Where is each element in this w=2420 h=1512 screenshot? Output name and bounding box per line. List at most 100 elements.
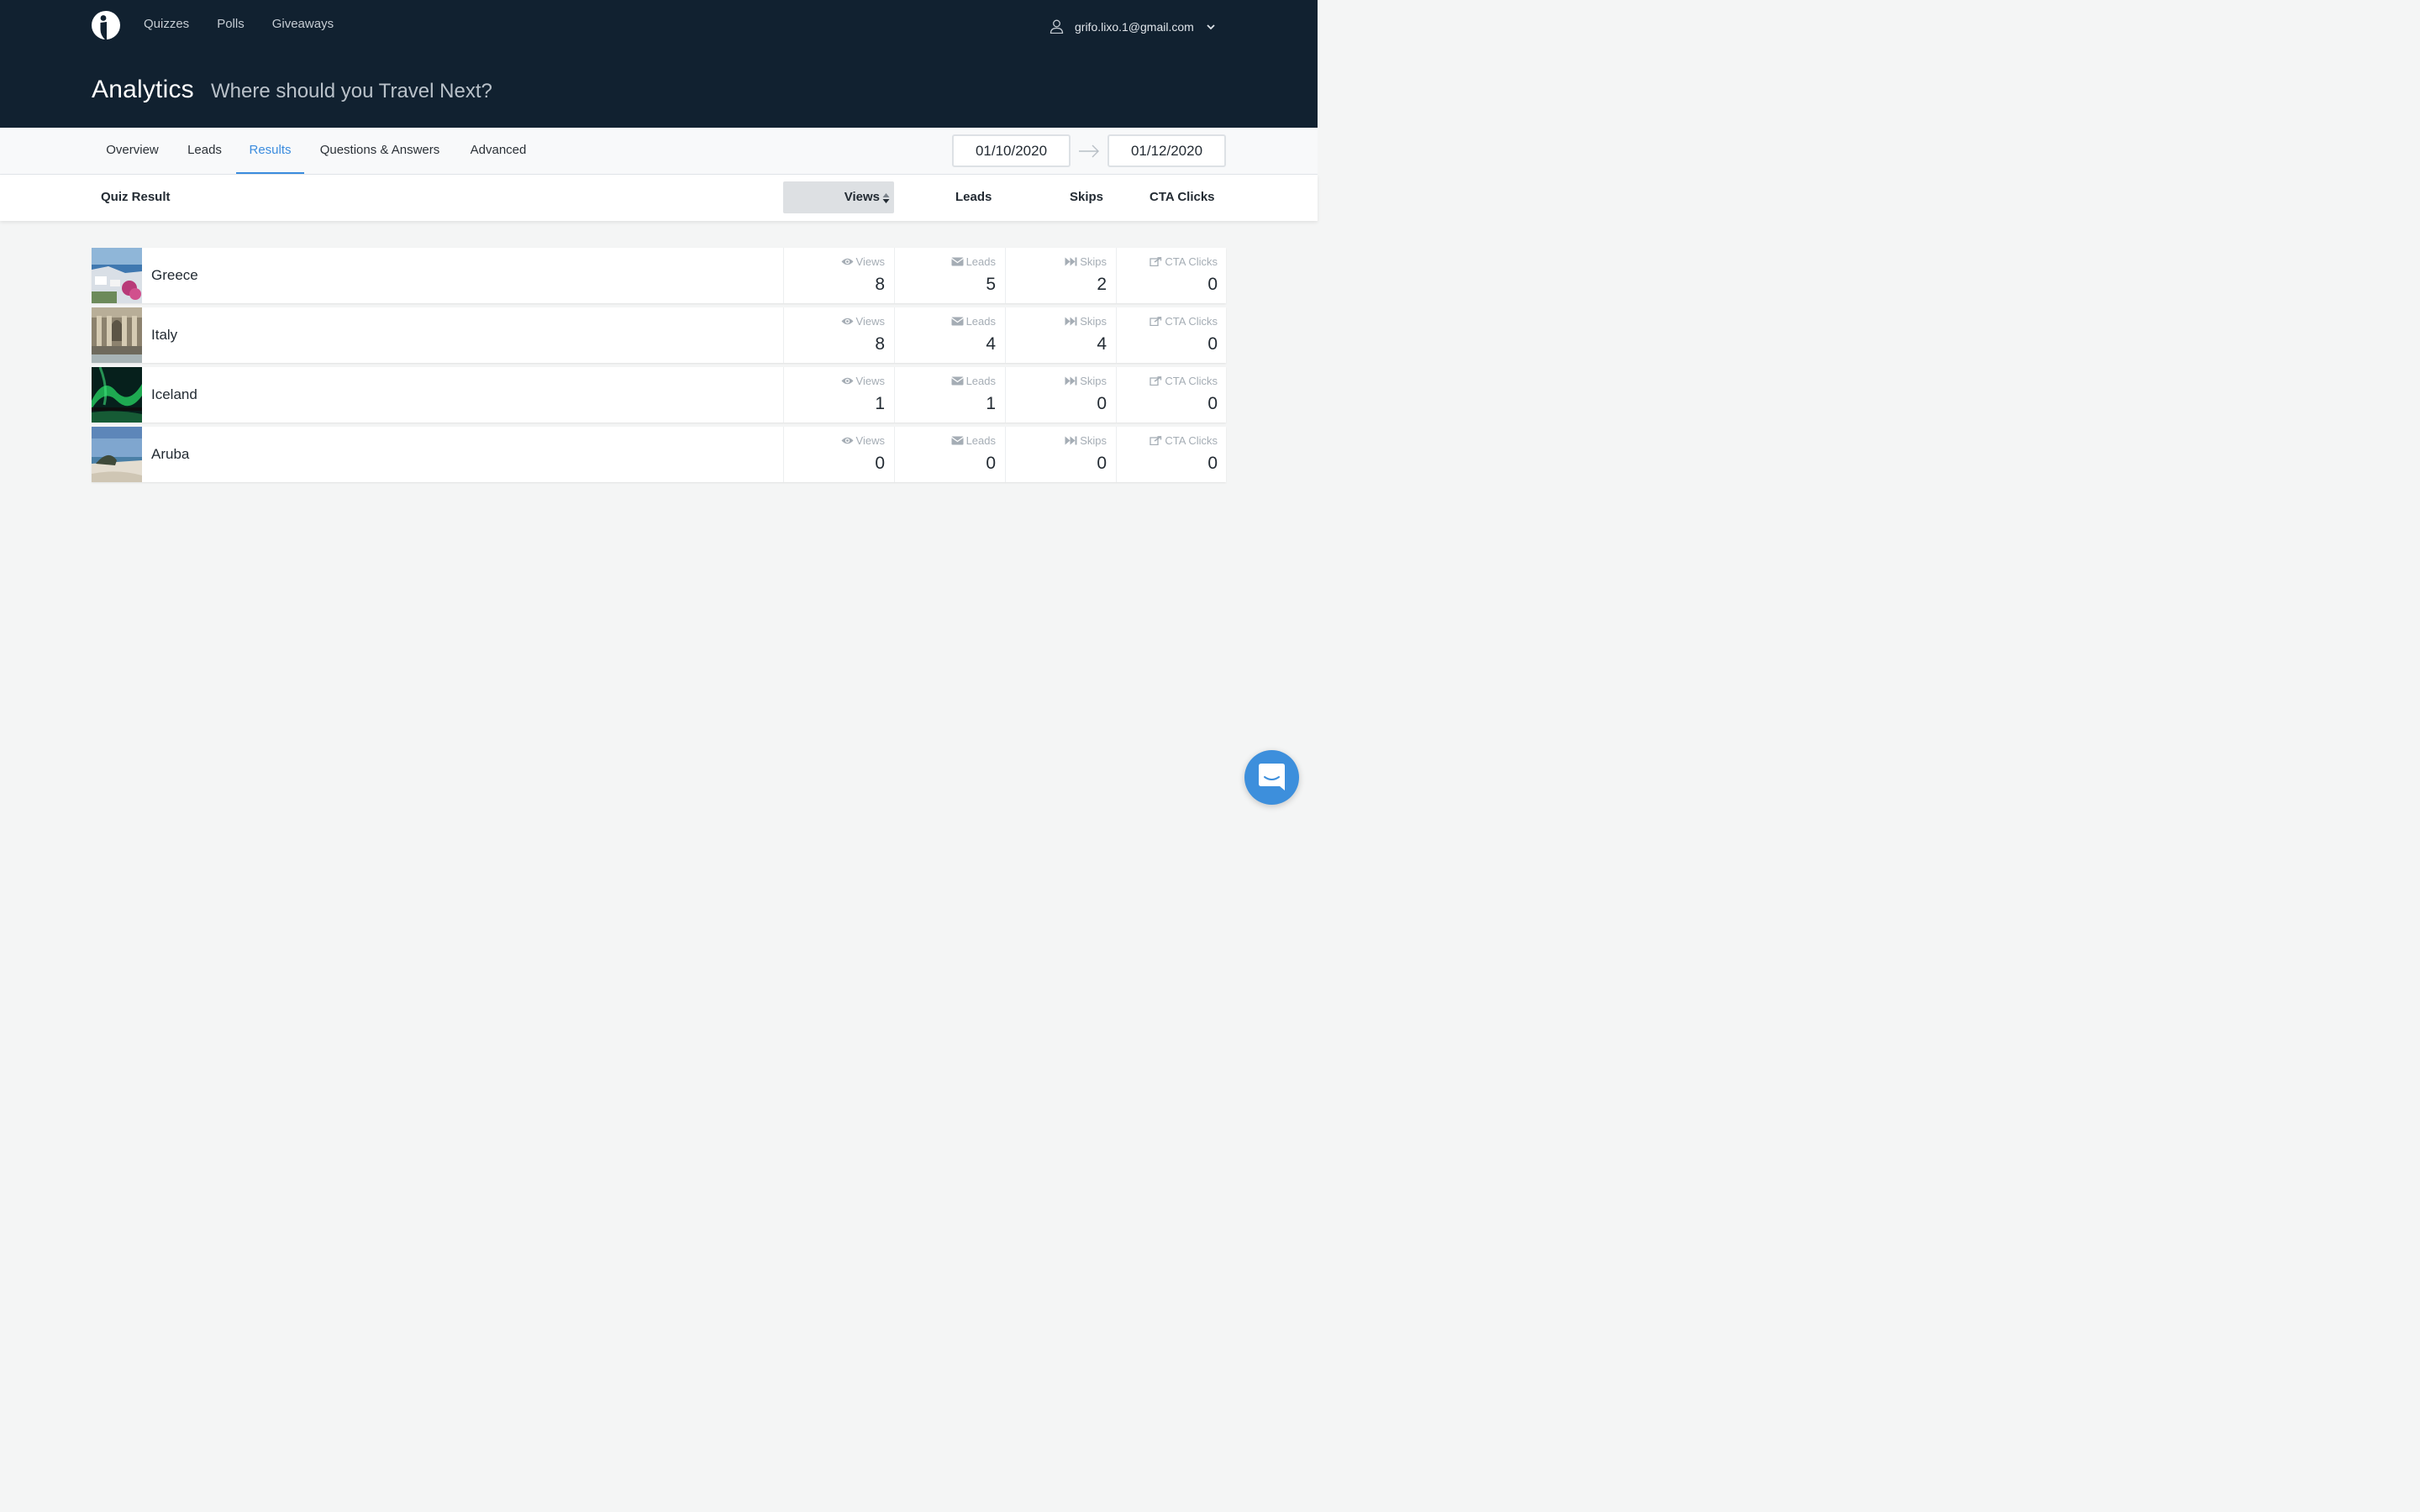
table-row[interactable]: Aruba Views 0 Leads 0 Skips 0 CTA Clicks…: [92, 427, 1226, 482]
eye-icon: [841, 377, 854, 385]
result-name: Greece: [151, 267, 198, 283]
eye-icon: [841, 318, 854, 325]
result-image: [92, 367, 142, 423]
chat-launcher-button[interactable]: [1244, 750, 1299, 805]
cta-value: 0: [1207, 394, 1218, 413]
external-link-icon: [1150, 436, 1162, 445]
external-link-icon: [1150, 376, 1162, 386]
tab-advanced[interactable]: Advanced: [455, 128, 541, 174]
skips-label: Skips: [1080, 255, 1107, 268]
leads-label: Leads: [965, 255, 996, 268]
views-value: 1: [875, 394, 885, 413]
cta-label: CTA Clicks: [1165, 315, 1218, 328]
nav-giveaways[interactable]: Giveaways: [272, 17, 334, 31]
cta-cell: CTA Clicks 0: [1116, 427, 1227, 482]
skips-value: 0: [1097, 454, 1107, 473]
account-email: grifo.lixo.1@gmail.com: [1075, 19, 1194, 34]
skips-cell: Skips 0: [1005, 427, 1116, 482]
column-views-label: Views: [844, 190, 880, 204]
tab-overview[interactable]: Overview: [92, 128, 173, 174]
result-name: Italy: [151, 327, 178, 343]
quiz-title: Where should you Travel Next?: [211, 80, 492, 102]
column-skips[interactable]: Skips: [1070, 190, 1103, 204]
tab-questions-answers[interactable]: Questions & Answers: [304, 128, 455, 174]
skips-label: Skips: [1080, 315, 1107, 328]
analytics-page: Quizzes Polls Giveaways grifo.lixo.1@gma…: [0, 0, 1318, 823]
logo-icon[interactable]: [92, 11, 120, 39]
skips-label: Skips: [1080, 434, 1107, 447]
column-leads[interactable]: Leads: [955, 190, 992, 204]
tab-results[interactable]: Results: [236, 128, 304, 174]
views-label: Views: [855, 315, 885, 328]
cta-label: CTA Clicks: [1165, 375, 1218, 387]
cta-cell: CTA Clicks 0: [1116, 307, 1227, 363]
leads-cell: Leads 4: [894, 307, 1005, 363]
arrow-right-icon: [1079, 144, 1099, 158]
cta-cell: CTA Clicks 0: [1116, 248, 1227, 303]
results-table-header: Quiz Result Views Leads Skips CTA Clicks: [0, 175, 1318, 221]
leads-value: 5: [986, 275, 996, 294]
cta-cell: CTA Clicks 0: [1116, 367, 1227, 423]
sort-icon: [882, 193, 890, 203]
eye-icon: [841, 258, 854, 265]
column-cta-clicks[interactable]: CTA Clicks: [1150, 190, 1215, 204]
cta-label: CTA Clicks: [1165, 434, 1218, 447]
views-cell: Views 8: [783, 307, 894, 363]
envelope-icon: [950, 317, 964, 326]
leads-value: 0: [986, 454, 996, 473]
leads-label: Leads: [965, 315, 996, 328]
account-menu[interactable]: grifo.lixo.1@gmail.com: [1050, 19, 1216, 34]
views-label: Views: [855, 255, 885, 268]
views-label: Views: [855, 375, 885, 387]
fast-forward-icon: [1065, 376, 1077, 386]
leads-cell: Leads 1: [894, 367, 1005, 423]
column-views-sort[interactable]: Views: [783, 181, 894, 213]
eye-icon: [841, 437, 854, 444]
envelope-icon: [950, 257, 964, 266]
skips-cell: Skips 4: [1005, 307, 1116, 363]
result-name: Iceland: [151, 386, 197, 402]
leads-value: 4: [986, 334, 996, 354]
external-link-icon: [1150, 317, 1162, 326]
table-row[interactable]: Italy Views 8 Leads 4 Skips 4 CTA Clicks…: [92, 307, 1226, 363]
leads-cell: Leads 0: [894, 427, 1005, 482]
table-row[interactable]: Iceland Views 1 Leads 1 Skips 0 CTA Clic…: [92, 367, 1226, 423]
skips-value: 2: [1097, 275, 1107, 294]
views-value: 8: [875, 334, 885, 354]
column-quiz-result: Quiz Result: [101, 190, 171, 204]
table-row[interactable]: Greece Views 8 Leads 5 Skips 2 CTA Click…: [92, 248, 1226, 303]
cta-value: 0: [1207, 454, 1218, 473]
chevron-down-icon: [1207, 24, 1215, 29]
skips-value: 4: [1097, 334, 1107, 354]
views-value: 0: [875, 454, 885, 473]
views-label: Views: [855, 434, 885, 447]
cta-value: 0: [1207, 334, 1218, 354]
top-header: Quizzes Polls Giveaways grifo.lixo.1@gma…: [0, 0, 1318, 128]
result-image: [92, 248, 142, 303]
views-value: 8: [875, 275, 885, 294]
analytics-tabs: Overview Leads Results Questions & Answe…: [0, 128, 1318, 175]
result-name: Aruba: [151, 446, 190, 462]
nav-quizzes[interactable]: Quizzes: [144, 17, 189, 31]
views-cell: Views 8: [783, 248, 894, 303]
user-icon: [1050, 19, 1064, 34]
chat-bubble-icon: [1259, 764, 1285, 790]
end-date-input[interactable]: 01/12/2020: [1107, 134, 1226, 167]
tab-leads[interactable]: Leads: [173, 128, 236, 174]
nav-polls[interactable]: Polls: [217, 17, 245, 31]
top-nav: Quizzes Polls Giveaways: [144, 17, 334, 31]
fast-forward-icon: [1065, 257, 1077, 266]
fast-forward-icon: [1065, 436, 1077, 445]
leads-label: Leads: [965, 375, 996, 387]
views-cell: Views 0: [783, 427, 894, 482]
start-date-input[interactable]: 01/10/2020: [952, 134, 1071, 167]
envelope-icon: [950, 376, 964, 386]
skips-value: 0: [1097, 394, 1107, 413]
result-image: [92, 307, 142, 363]
skips-cell: Skips 2: [1005, 248, 1116, 303]
leads-label: Leads: [965, 434, 996, 447]
skips-cell: Skips 0: [1005, 367, 1116, 423]
views-cell: Views 1: [783, 367, 894, 423]
leads-cell: Leads 5: [894, 248, 1005, 303]
fast-forward-icon: [1065, 317, 1077, 326]
